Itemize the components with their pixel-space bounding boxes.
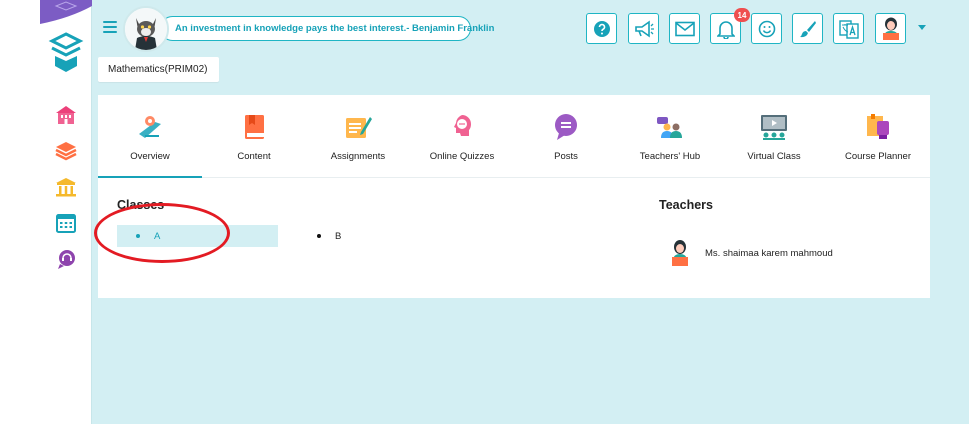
course-planner-icon (867, 114, 889, 139)
bell-icon (716, 20, 735, 39)
paintbrush-icon (799, 20, 816, 37)
sidebar-item-institution[interactable] (54, 175, 78, 199)
profile-button[interactable] (875, 13, 906, 44)
virtual-class-icon (761, 115, 787, 140)
tab-content[interactable]: Content (202, 95, 306, 178)
quiz-icon (454, 115, 471, 136)
tab-label: Virtual Class (747, 151, 801, 162)
translate-icon (838, 19, 859, 39)
calendar-icon (56, 214, 76, 233)
classes-heading: Classes (117, 198, 165, 212)
assignment-icon (346, 117, 372, 138)
tab-label: Online Quizzes (429, 151, 495, 162)
teachers-hub-icon (657, 117, 682, 138)
class-label: A (154, 230, 161, 242)
tab-overview[interactable]: Overview (98, 95, 202, 178)
theme-button[interactable] (792, 13, 823, 44)
mood-button[interactable] (751, 13, 782, 44)
notification-count-badge: 14 (734, 8, 750, 22)
course-title-tab[interactable]: Mathematics(PRIM02) (98, 57, 219, 82)
sidebar-item-school[interactable] (54, 103, 78, 127)
envelope-icon (674, 21, 695, 36)
megaphone-icon (634, 19, 654, 38)
announcements-button[interactable] (628, 13, 659, 44)
quote-banner: An investment in knowledge pays the best… (160, 16, 494, 41)
question-icon (593, 20, 610, 37)
bullet-icon (136, 234, 140, 238)
tab-label: Assignments (330, 151, 386, 162)
school-icon (56, 106, 76, 124)
menu-toggle-icon[interactable] (103, 21, 117, 33)
tab-online-quizzes[interactable]: Online Quizzes (410, 95, 514, 178)
institution-icon (56, 178, 76, 197)
profile-dropdown-chevron-down-icon[interactable] (918, 25, 926, 30)
tab-assignments[interactable]: Assignments (306, 95, 410, 178)
class-item-b[interactable]: B (317, 225, 437, 247)
teacher-item[interactable]: Ms. shaimaa karem mahmoud (669, 238, 833, 268)
tab-label: Content (237, 151, 271, 162)
quote-text: An investment in knowledge pays the best… (175, 23, 495, 34)
support-chat-icon (58, 250, 75, 269)
tab-label: Posts (554, 151, 578, 162)
tab-virtual-class[interactable]: Virtual Class (722, 95, 826, 178)
left-strip (0, 0, 40, 424)
tab-label: Course Planner (844, 151, 911, 162)
sidebar-item-calendar[interactable] (54, 211, 78, 235)
smiley-icon (758, 20, 775, 37)
language-button[interactable] (833, 13, 864, 44)
class-item-a[interactable]: A (117, 225, 278, 247)
bullet-icon (317, 234, 321, 238)
tab-teachers-hub[interactable]: Teachers' Hub (618, 95, 722, 178)
class-label: B (335, 230, 342, 242)
sidebar (40, 0, 92, 424)
layers-icon (55, 142, 77, 161)
sidebar-item-support[interactable] (54, 247, 78, 271)
corner-decoration-icon (40, 0, 92, 24)
course-card: Overview Content Assignments Online Quiz… (98, 95, 930, 298)
tab-posts[interactable]: Posts (514, 95, 618, 178)
sidebar-item-courses[interactable] (54, 138, 78, 162)
teacher-avatar-icon (672, 240, 688, 266)
messages-button[interactable] (669, 13, 700, 44)
tab-course-planner[interactable]: Course Planner (826, 95, 930, 178)
user-avatar-icon (882, 17, 899, 40)
tab-label: Overview (130, 151, 170, 162)
user-avatar[interactable] (123, 6, 169, 52)
chat-bubble-icon (555, 114, 577, 140)
app-logo-icon[interactable] (48, 30, 84, 74)
teacher-name: Ms. shaimaa karem mahmoud (705, 247, 833, 259)
help-button[interactable] (586, 13, 617, 44)
course-tabs: Overview Content Assignments Online Quiz… (98, 95, 930, 178)
book-icon (245, 115, 264, 139)
cat-avatar-icon (125, 8, 167, 50)
overview-icon (139, 116, 161, 138)
tab-label: Teachers' Hub (639, 151, 701, 162)
teachers-heading: Teachers (659, 198, 713, 212)
